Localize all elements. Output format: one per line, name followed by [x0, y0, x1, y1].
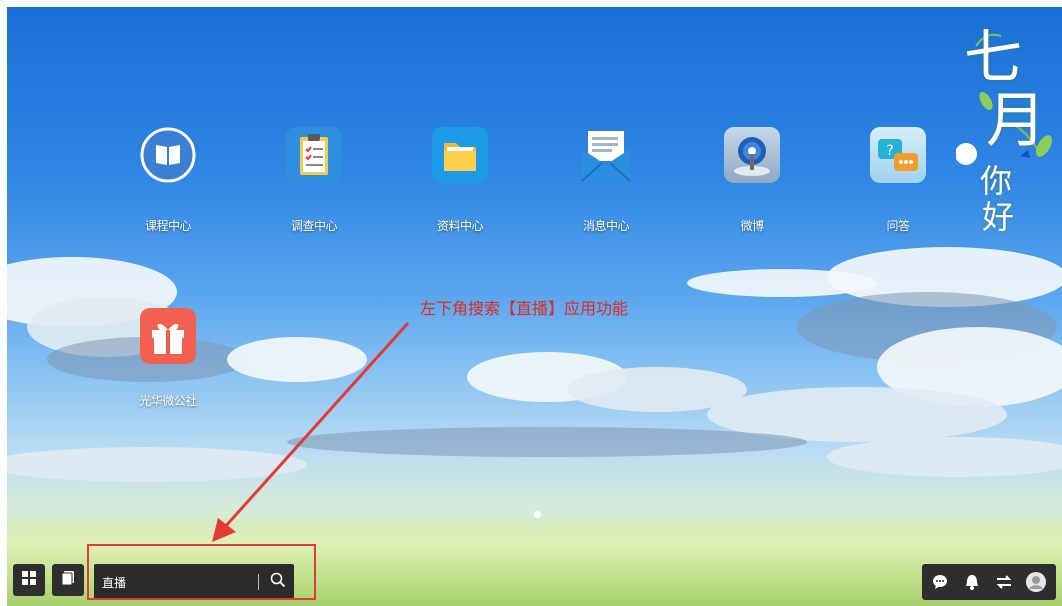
grid-icon [21, 570, 37, 590]
windows-button[interactable] [52, 564, 84, 596]
bell-icon[interactable] [960, 570, 984, 594]
system-tray [922, 564, 1056, 600]
search-highlight-box [87, 544, 316, 600]
switch-icon[interactable] [992, 570, 1016, 594]
start-button[interactable] [13, 564, 45, 596]
chat-icon[interactable] [928, 570, 952, 594]
windows-icon [60, 570, 76, 590]
user-icon[interactable] [1024, 570, 1048, 594]
annotation-arrow [212, 321, 410, 542]
